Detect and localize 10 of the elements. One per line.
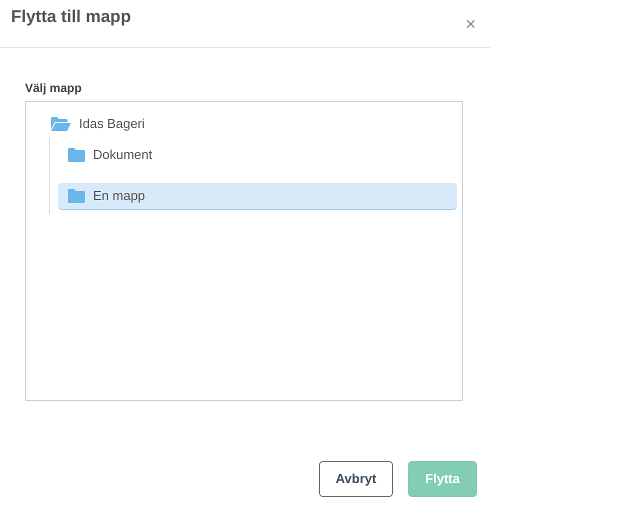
dialog-title: Flytta till mapp — [11, 7, 131, 28]
folder-icon — [68, 189, 85, 203]
field-label: Välj mapp — [25, 80, 83, 97]
folder-icon — [68, 148, 85, 162]
folder-item[interactable]: Dokument — [58, 141, 457, 168]
cancel-button[interactable]: Avbryt — [319, 461, 393, 497]
open-folder-icon — [51, 116, 71, 130]
close-button[interactable]: × — [463, 11, 478, 37]
folder-item[interactable]: En mapp — [58, 183, 457, 210]
folder-item[interactable]: Idas Bageri — [41, 110, 457, 137]
